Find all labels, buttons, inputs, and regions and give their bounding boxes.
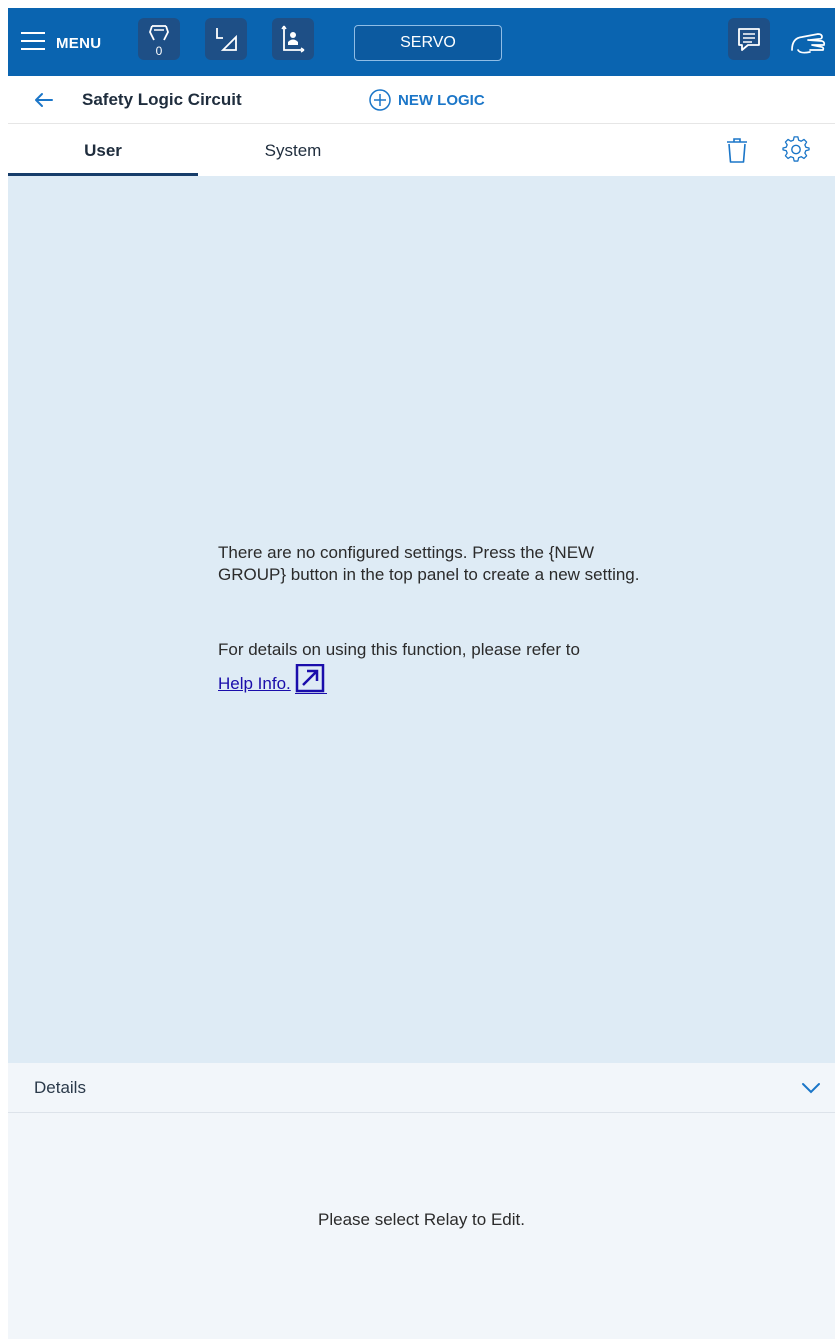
tab-user[interactable]: User bbox=[8, 125, 198, 176]
back-button[interactable] bbox=[32, 88, 58, 112]
robot-select-button[interactable]: 0 bbox=[138, 18, 180, 60]
hand-guide-button[interactable] bbox=[788, 26, 828, 58]
user-coordinate-button[interactable] bbox=[272, 18, 314, 60]
delete-button[interactable] bbox=[724, 136, 750, 164]
settings-button[interactable] bbox=[782, 136, 810, 164]
details-header[interactable]: Details bbox=[8, 1063, 835, 1113]
details-message: Please select Relay to Edit. bbox=[318, 1210, 525, 1229]
details-panel: Please select Relay to Edit. bbox=[8, 1113, 835, 1339]
menu-button[interactable]: MENU bbox=[20, 28, 101, 58]
help-info-link-text: Help Info. bbox=[218, 674, 291, 693]
new-logic-label: NEW LOGIC bbox=[398, 91, 485, 109]
help-prefix-text: For details on using this function, plea… bbox=[218, 640, 580, 659]
gear-icon bbox=[782, 136, 810, 162]
hamburger-menu-icon bbox=[20, 30, 46, 57]
robot-gripper-icon: 0 bbox=[149, 25, 169, 58]
logic-canvas: There are no configured settings. Press … bbox=[8, 176, 835, 1063]
message-icon bbox=[738, 28, 760, 51]
top-toolbar: MENU 0 SERVO bbox=[8, 8, 835, 76]
menu-label: MENU bbox=[56, 34, 102, 52]
tab-system[interactable]: System bbox=[198, 125, 388, 176]
coordinate-button[interactable] bbox=[205, 18, 247, 60]
title-bar: Safety Logic Circuit NEW LOGIC bbox=[8, 76, 835, 124]
new-logic-button[interactable]: NEW LOGIC bbox=[368, 87, 485, 113]
details-label: Details bbox=[34, 1078, 86, 1097]
trash-icon bbox=[727, 138, 747, 163]
coordinate-icon bbox=[216, 28, 237, 51]
hand-guide-icon bbox=[791, 33, 826, 54]
servo-button[interactable]: SERVO bbox=[354, 25, 502, 61]
external-link-icon bbox=[294, 663, 327, 694]
message-button[interactable] bbox=[728, 18, 770, 60]
back-arrow-icon bbox=[35, 93, 53, 107]
empty-state-message: There are no configured settings. Press … bbox=[218, 543, 640, 584]
robot-badge: 0 bbox=[156, 44, 163, 58]
chevron-down-icon bbox=[800, 1079, 822, 1097]
page-title: Safety Logic Circuit bbox=[82, 90, 242, 109]
user-coordinate-icon bbox=[281, 25, 305, 53]
tab-bar: User System bbox=[8, 125, 835, 176]
help-info-link[interactable]: Help Info. bbox=[218, 663, 327, 694]
add-circle-icon bbox=[369, 89, 391, 111]
